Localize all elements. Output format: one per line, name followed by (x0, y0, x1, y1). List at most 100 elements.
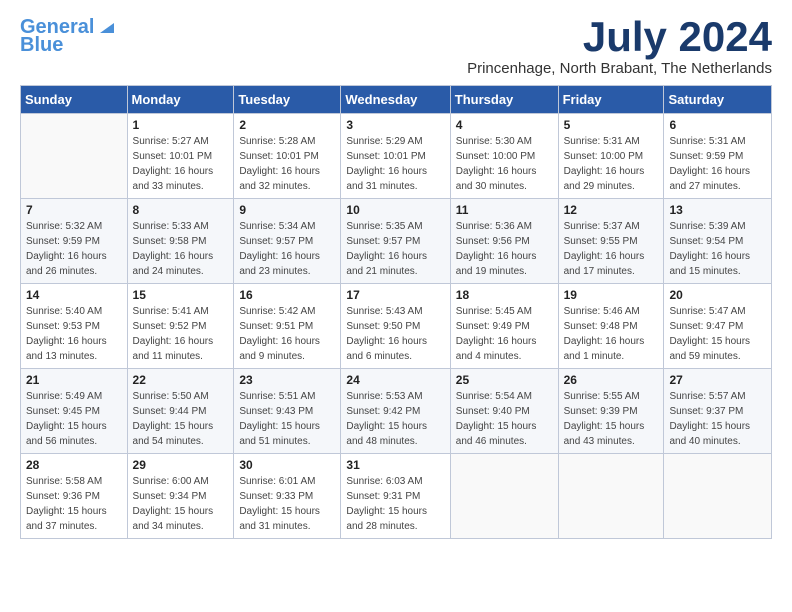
table-row: 26Sunrise: 5:55 AMSunset: 9:39 PMDayligh… (558, 369, 664, 454)
daylight-hours: Daylight: 15 hours (26, 506, 107, 517)
daylight-hours: Daylight: 15 hours (346, 506, 427, 517)
daylight-minutes: and 11 minutes. (133, 351, 203, 362)
daylight-minutes: and 13 minutes. (26, 351, 97, 362)
table-row: 4 Sunrise: 5:30 AMSunset: 10:00 PMDayligh… (450, 114, 558, 199)
sunrise-time: Sunrise: 5:36 AM (456, 221, 532, 232)
calendar-week-2: 7 Sunrise: 5:32 AM Sunset: 9:59 PM Daylight… (21, 199, 772, 284)
daylight-minutes: and 48 minutes. (346, 436, 417, 447)
sunrise-time: Sunrise: 5:43 AM (346, 306, 422, 317)
sunset-time: Sunset: 9:42 PM (346, 406, 420, 417)
sunrise-time: Sunrise: 6:00 AM (133, 476, 209, 487)
daylight-hours: Daylight: 16 hours (133, 336, 214, 347)
daylight-hours: Daylight: 15 hours (669, 336, 750, 347)
daylight-minutes: and 6 minutes. (346, 351, 412, 362)
day-info: Sunrise: 5:41 AMSunset: 9:52 PMDaylight:… (133, 304, 229, 364)
header-tuesday: Tuesday (234, 86, 341, 114)
day-info: Sunrise: 5:45 AMSunset: 9:49 PMDaylight:… (456, 304, 553, 364)
day-number: 31 (346, 458, 444, 472)
sunset-time: Sunset: 9:51 PM (239, 321, 313, 332)
sunset-time: Sunset: 9:34 PM (133, 491, 207, 502)
table-row: 18 Sunrise: 5:45 AMSunset: 9:49 PMDayligh… (450, 284, 558, 369)
daylight-minutes: and 21 minutes. (346, 266, 417, 277)
sunrise-time: Sunrise: 6:01 AM (239, 476, 315, 487)
daylight-minutes: and 1 minute. (564, 351, 625, 362)
day-info: Sunrise: 5:42 AMSunset: 9:51 PMDaylight:… (239, 304, 335, 364)
daylight-minutes: and 43 minutes. (564, 436, 635, 447)
table-row: 15 Sunrise: 5:41 AMSunset: 9:52 PMDayligh… (127, 284, 234, 369)
day-number: 10 (346, 203, 444, 217)
day-number: 15 (133, 288, 229, 302)
daylight-hours: Daylight: 16 hours (133, 166, 214, 177)
calendar-page: General Blue July 2024 Princenhage, Nort… (0, 0, 792, 555)
sunrise-time: Sunrise: 5:30 AM (456, 136, 532, 147)
daylight-hours: Daylight: 16 hours (346, 166, 427, 177)
daylight-hours: Daylight: 15 hours (564, 421, 645, 432)
table-row: 27Sunrise: 5:57 AMSunset: 9:37 PMDayligh… (664, 369, 772, 454)
sunset-time: Sunset: 9:59 PM (669, 151, 743, 162)
sunset-time: Sunset: 10:01 PM (133, 151, 213, 162)
day-number: 6 (669, 118, 766, 132)
sunrise-time: Sunrise: 5:33 AM (133, 221, 209, 232)
sunset-time: Sunset: 9:53 PM (26, 321, 100, 332)
header-saturday: Saturday (664, 86, 772, 114)
day-number: 4 (456, 118, 553, 132)
day-info: Sunrise: 5:39 AMSunset: 9:54 PMDaylight:… (669, 219, 766, 279)
day-number: 20 (669, 288, 766, 302)
sunset-time: Sunset: 9:57 PM (346, 236, 420, 247)
sunset-time: Sunset: 9:49 PM (456, 321, 530, 332)
sunset-time: Sunset: 9:45 PM (26, 406, 100, 417)
sunset-time: Sunset: 10:00 PM (564, 151, 644, 162)
sunset-time: Sunset: 9:37 PM (669, 406, 743, 417)
sunset-time: Sunset: 9:54 PM (669, 236, 743, 247)
table-row: 6 Sunrise: 5:31 AMSunset: 9:59 PMDaylight… (664, 114, 772, 199)
day-info: Sunrise: 5:54 AMSunset: 9:40 PMDaylight:… (456, 389, 553, 449)
sunrise-time: Sunrise: 5:50 AM (133, 391, 209, 402)
sunrise-time: Sunrise: 5:58 AM (26, 476, 102, 487)
sunset-time: Sunset: 10:01 PM (239, 151, 319, 162)
daylight-minutes: and 33 minutes. (133, 181, 204, 192)
day-number: 9 (239, 203, 335, 217)
sunset-time: Sunset: 9:36 PM (26, 491, 100, 502)
sunset-time: Sunset: 9:58 PM (133, 236, 207, 247)
day-number: 12 (564, 203, 659, 217)
table-row: 12Sunrise: 5:37 AMSunset: 9:55 PMDayligh… (558, 199, 664, 284)
day-number: 7 (26, 203, 122, 217)
daylight-minutes: and 56 minutes. (26, 436, 97, 447)
sunrise-time: Sunrise: 5:32 AM (26, 221, 102, 232)
day-info: Sunrise: 5:27 AM Sunset: 10:01 PM Daylight… (133, 134, 229, 194)
sunset-time: Sunset: 9:59 PM (26, 236, 100, 247)
day-number: 25 (456, 373, 553, 387)
table-row: 13Sunrise: 5:39 AMSunset: 9:54 PMDayligh… (664, 199, 772, 284)
table-row (664, 454, 772, 539)
daylight-minutes: and 15 minutes. (669, 266, 740, 277)
logo: General Blue (20, 16, 118, 56)
daylight-minutes: and 4 minutes. (456, 351, 522, 362)
day-info: Sunrise: 5:40 AMSunset: 9:53 PMDaylight:… (26, 304, 122, 364)
day-number: 5 (564, 118, 659, 132)
daylight-hours: Daylight: 16 hours (669, 166, 750, 177)
day-info: Sunrise: 5:30 AMSunset: 10:00 PMDaylight… (456, 134, 553, 194)
table-row: 29Sunrise: 6:00 AMSunset: 9:34 PMDayligh… (127, 454, 234, 539)
day-info: Sunrise: 5:31 AMSunset: 9:59 PMDaylight:… (669, 134, 766, 194)
table-row: 10Sunrise: 5:35 AMSunset: 9:57 PMDayligh… (341, 199, 450, 284)
daylight-minutes: and 46 minutes. (456, 436, 527, 447)
day-number: 30 (239, 458, 335, 472)
daylight-hours: Daylight: 15 hours (346, 421, 427, 432)
header-thursday: Thursday (450, 86, 558, 114)
day-number: 17 (346, 288, 444, 302)
table-row: 30 Sunrise: 6:01 AMSunset: 9:33 PMDayligh… (234, 454, 341, 539)
day-number: 18 (456, 288, 553, 302)
sunset-time: Sunset: 9:55 PM (564, 236, 638, 247)
calendar-table: Sunday Monday Tuesday Wednesday Thursday… (20, 85, 772, 539)
table-row: 19Sunrise: 5:46 AMSunset: 9:48 PMDayligh… (558, 284, 664, 369)
daylight-hours: Daylight: 16 hours (346, 336, 427, 347)
sunrise-time: Sunrise: 5:34 AM (239, 221, 315, 232)
daylight-hours: Daylight: 16 hours (669, 251, 750, 262)
day-number: 3 (346, 118, 444, 132)
sunrise-time: Sunrise: 5:27 AM (133, 136, 209, 147)
daylight-hours: Daylight: 15 hours (133, 421, 214, 432)
day-info: Sunrise: 6:01 AMSunset: 9:33 PMDaylight:… (239, 474, 335, 534)
table-row: 23Sunrise: 5:51 AMSunset: 9:43 PMDayligh… (234, 369, 341, 454)
sunrise-time: Sunrise: 5:54 AM (456, 391, 532, 402)
month-title: July 2024 (467, 16, 772, 58)
